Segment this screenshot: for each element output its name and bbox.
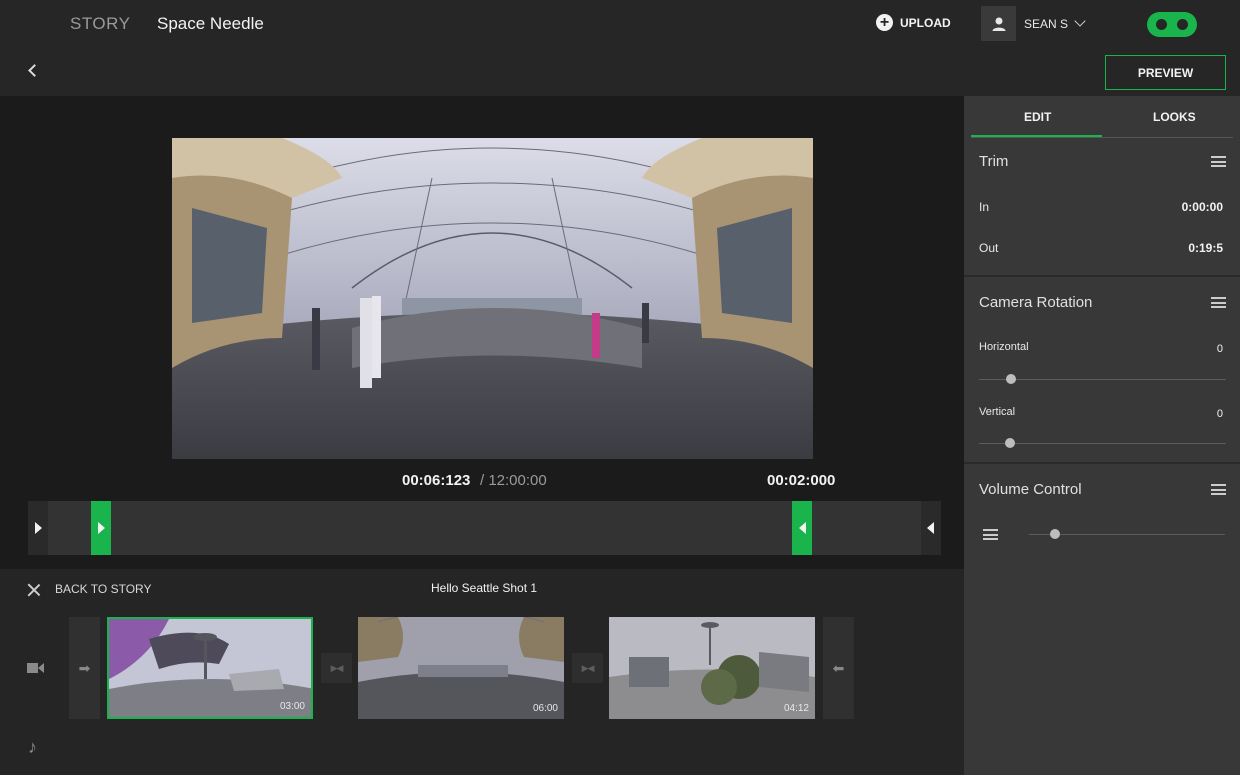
horizontal-label: Horizontal: [979, 341, 1029, 353]
chevron-down-icon: [1074, 15, 1086, 27]
video-camera-icon: [27, 663, 44, 673]
track-end-button[interactable]: [921, 501, 941, 555]
page-title: Space Needle: [157, 14, 264, 33]
person-icon: [992, 17, 1005, 31]
top-bar: STORY Space Needle + UPLOAD SEAN S: [0, 0, 1240, 48]
clip-timeline: BACK TO STORY Hello Seattle Shot 1 ♪ ➡ 0…: [0, 569, 964, 775]
upload-label: UPLOAD: [900, 15, 951, 30]
trim-track[interactable]: [28, 501, 941, 555]
transition-button-2[interactable]: ▶◀: [572, 653, 603, 683]
user-menu[interactable]: SEAN S: [981, 6, 1086, 41]
sub-bar: PREVIEW: [0, 48, 1240, 96]
section-divider: [964, 462, 1240, 464]
move-clip-right-button[interactable]: ➡: [69, 617, 100, 719]
trim-out-handle[interactable]: [792, 501, 812, 555]
logo-dot-left: [1156, 19, 1167, 30]
clip-duration: 03:00: [279, 701, 305, 712]
horizontal-value: 0: [1216, 343, 1223, 355]
tab-edit[interactable]: EDIT: [1024, 110, 1051, 124]
editor-area: 00:06:123 / 12:00:00 00:02:000: [0, 96, 964, 569]
preview-button[interactable]: PREVIEW: [1105, 55, 1226, 90]
video-preview[interactable]: [172, 138, 813, 459]
vertical-value: 0: [1216, 408, 1223, 420]
trim-menu-icon[interactable]: [1211, 156, 1226, 167]
clip-thumbnail-2[interactable]: 06:00: [358, 617, 564, 719]
back-to-story-button[interactable]: BACK TO STORY: [27, 582, 151, 596]
avatar: [981, 6, 1016, 41]
trim-out-label: Out: [979, 241, 999, 255]
transition-button-1[interactable]: ▶◀: [321, 653, 352, 683]
back-arrow-icon[interactable]: [28, 64, 41, 77]
move-clip-left-button[interactable]: ⬅: [823, 617, 854, 719]
horizontal-slider[interactable]: [979, 379, 1226, 380]
trim-in-value: 0:00:00: [1181, 200, 1223, 214]
total-time: / 12:00:00: [480, 472, 547, 489]
horizontal-slider-knob[interactable]: [1006, 374, 1016, 384]
clip-duration: 00:02:000: [767, 472, 836, 489]
play-left-icon: [927, 522, 934, 534]
trim-in-handle[interactable]: [91, 501, 111, 555]
trim-title: Trim: [979, 153, 1009, 170]
camera-rotation-title: Camera Rotation: [979, 294, 1093, 311]
track-start-button[interactable]: [28, 501, 48, 555]
music-note-icon: ♪: [28, 737, 37, 757]
panel-tabs: EDIT LOOKS: [971, 96, 1233, 138]
arrow-left-icon: ⬅: [832, 659, 845, 676]
properties-panel: EDIT LOOKS Trim In 0:00:00 Out 0:19:5 Ca…: [964, 96, 1240, 775]
clip-thumbnail-1[interactable]: 03:00: [107, 617, 313, 719]
logo-dot-right: [1177, 19, 1188, 30]
arrow-right-icon: ➡: [78, 659, 91, 676]
clip-duration: 04:12: [783, 703, 809, 714]
brand-logo: [1147, 12, 1197, 37]
section-divider: [964, 275, 1240, 277]
handle-right-icon: [98, 522, 105, 534]
transition-icon: ▶◀: [581, 662, 595, 673]
user-name: SEAN S: [1024, 16, 1069, 31]
trim-in-label: In: [979, 200, 990, 214]
clip-thumbnail-3[interactable]: 04:12: [609, 617, 815, 719]
volume-slider-knob[interactable]: [1050, 529, 1060, 539]
close-icon: [27, 583, 40, 596]
plus-icon: +: [876, 14, 893, 31]
vertical-label: Vertical: [979, 406, 1016, 418]
panorama-frame-image: [172, 138, 813, 459]
transition-icon: ▶◀: [330, 662, 344, 673]
back-to-story-label: BACK TO STORY: [55, 582, 152, 596]
tab-active-indicator: [971, 135, 1102, 137]
clip-duration: 06:00: [532, 703, 558, 714]
shot-title: Hello Seattle Shot 1: [431, 581, 538, 595]
story-nav-label[interactable]: STORY: [70, 14, 130, 34]
tab-looks[interactable]: LOOKS: [1153, 110, 1196, 124]
camera-rotation-menu-icon[interactable]: [1211, 297, 1226, 308]
volume-menu-icon[interactable]: [1211, 484, 1226, 495]
trim-out-value: 0:19:5: [1188, 241, 1223, 255]
play-right-icon: [35, 522, 42, 534]
volume-icon: [983, 529, 998, 540]
vertical-slider-knob[interactable]: [1005, 438, 1015, 448]
handle-left-icon: [799, 522, 806, 534]
vertical-slider[interactable]: [979, 443, 1226, 444]
current-time: 00:06:123: [402, 472, 471, 489]
volume-control-title: Volume Control: [979, 481, 1082, 498]
upload-button[interactable]: + UPLOAD: [876, 14, 951, 31]
